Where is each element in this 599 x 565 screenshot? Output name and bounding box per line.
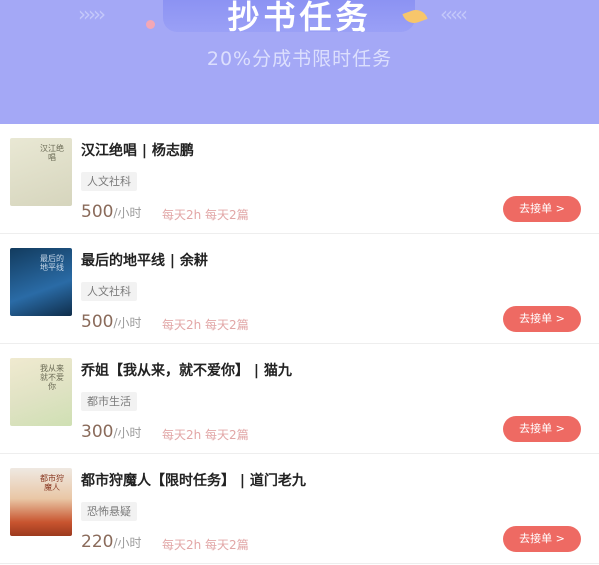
task-list: 汉江绝唱 汉江绝唱 | 杨志鹏 人文社科 500/小时 每天2h 每天2篇 去接… xyxy=(0,124,599,564)
header-banner: ››››› ‹‹‹‹‹ 抄书任务 20%分成书限时任务 xyxy=(0,0,599,124)
book-title: 最后的地平线 | 余耕 xyxy=(81,253,208,269)
price-unit: /小时 xyxy=(113,206,142,220)
book-title: 汉江绝唱 | 杨志鹏 xyxy=(81,143,194,159)
book-cover: 我从来就不爱你 xyxy=(10,358,72,426)
schedule-info: 每天2h 每天2篇 xyxy=(162,318,249,332)
cover-title: 都市狩魔人 xyxy=(40,474,64,492)
price-value: 220 xyxy=(81,532,114,552)
category-tag: 人文社科 xyxy=(81,172,137,191)
schedule-info: 每天2h 每天2篇 xyxy=(162,538,249,552)
price: 220/小时 xyxy=(81,532,142,552)
cover-title: 我从来就不爱你 xyxy=(40,364,64,391)
price: 500/小时 xyxy=(81,312,142,332)
price-unit: /小时 xyxy=(113,316,142,330)
price-value: 300 xyxy=(81,422,114,442)
task-row[interactable]: 我从来就不爱你 乔姐【我从来，就不爱你】 | 猫九 都市生活 300/小时 每天… xyxy=(0,344,599,454)
price-value: 500 xyxy=(81,202,114,222)
book-title: 都市狩魔人【限时任务】 | 道门老九 xyxy=(81,473,306,489)
price-unit: /小时 xyxy=(113,536,142,550)
accept-task-button[interactable]: 去接单 > xyxy=(503,196,581,222)
accept-task-button[interactable]: 去接单 > xyxy=(503,526,581,552)
book-cover: 最后的地平线 xyxy=(10,248,72,316)
book-title: 乔姐【我从来，就不爱你】 | 猫九 xyxy=(81,363,292,379)
accept-task-button[interactable]: 去接单 > xyxy=(503,416,581,442)
book-cover: 都市狩魔人 xyxy=(10,468,72,536)
price: 300/小时 xyxy=(81,422,142,442)
category-tag: 人文社科 xyxy=(81,282,137,301)
book-cover: 汉江绝唱 xyxy=(10,138,72,206)
price-unit: /小时 xyxy=(113,426,142,440)
accept-task-button[interactable]: 去接单 > xyxy=(503,306,581,332)
category-tag: 恐怖悬疑 xyxy=(81,502,137,521)
page-subtitle: 20%分成书限时任务 xyxy=(206,48,393,70)
task-row[interactable]: 汉江绝唱 汉江绝唱 | 杨志鹏 人文社科 500/小时 每天2h 每天2篇 去接… xyxy=(0,124,599,234)
task-row[interactable]: 都市狩魔人 都市狩魔人【限时任务】 | 道门老九 恐怖悬疑 220/小时 每天2… xyxy=(0,454,599,564)
schedule-info: 每天2h 每天2篇 xyxy=(162,208,249,222)
cover-title: 汉江绝唱 xyxy=(40,144,64,162)
page-title: 抄书任务 xyxy=(227,0,372,36)
category-tag: 都市生活 xyxy=(81,392,137,411)
task-row[interactable]: 最后的地平线 最后的地平线 | 余耕 人文社科 500/小时 每天2h 每天2篇… xyxy=(0,234,599,344)
cover-title: 最后的地平线 xyxy=(40,254,64,272)
price: 500/小时 xyxy=(81,202,142,222)
schedule-info: 每天2h 每天2篇 xyxy=(162,428,249,442)
price-value: 500 xyxy=(81,312,114,332)
